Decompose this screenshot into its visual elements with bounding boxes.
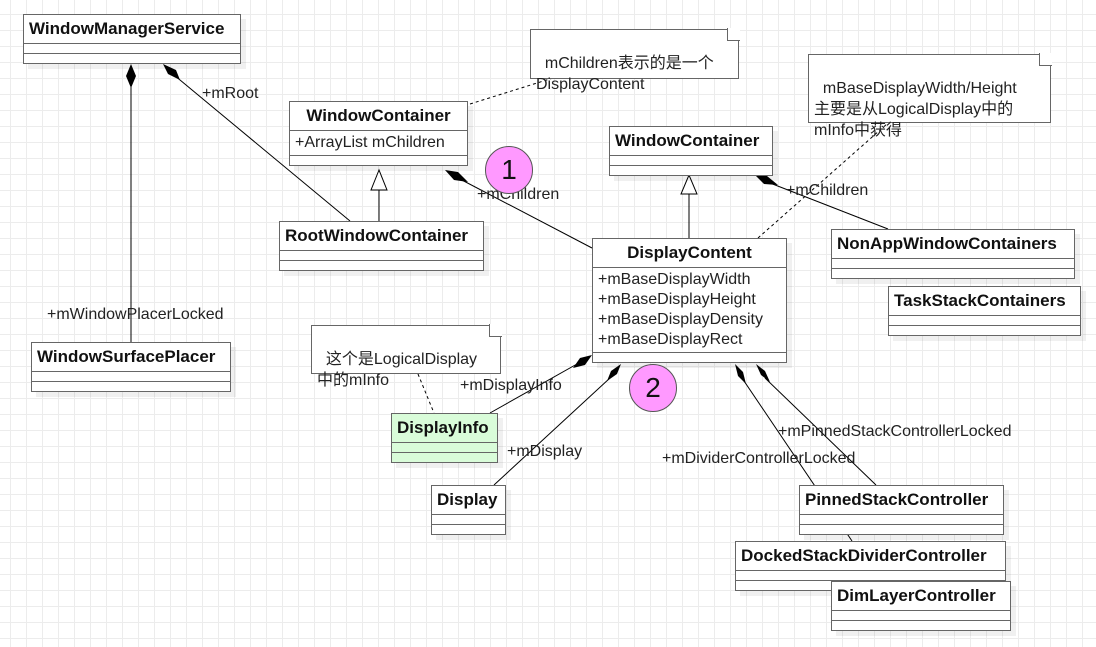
composition-diamond-dc-display [607,364,621,381]
class-attributes [24,44,240,54]
label-mdisplay: +mDisplay [507,443,583,460]
label-mpinnedstackcontrollerlocked: +mPinnedStackControllerLocked [778,423,1012,440]
composition-diamond-wms-wsp [126,64,136,88]
class-methods [832,269,1074,278]
class-name: NonAppWindowContainers [832,230,1074,259]
class-attribute: +mBaseDisplayWidth [598,271,751,288]
class-attributes [736,571,1005,581]
class-pinnedstackcontroller[interactable]: PinnedStackController [799,485,1004,535]
note-fold-icon [727,28,740,41]
composition-diamond-wc2-nawc [755,175,778,185]
note-fold-icon [1039,53,1052,66]
step-marker-2: 2 [629,364,677,412]
class-methods [432,525,505,534]
class-rootwindowcontainer[interactable]: RootWindowContainer [279,221,484,271]
class-name: PinnedStackController [800,486,1003,515]
step-marker-1: 1 [485,146,533,194]
class-attributes [800,515,1003,525]
class-attributes [889,316,1080,326]
label-mroot: +mRoot [202,85,259,102]
class-attributes [32,372,230,382]
class-methods [24,54,240,63]
composition-diamond-wms-rwc [163,64,180,80]
inheritance-arrow-wc2 [680,173,698,195]
class-attributes [432,515,505,525]
class-displaycontent[interactable]: DisplayContent +mBaseDisplayWidth +mBase… [592,238,787,363]
class-name: WindowSurfacePlacer [32,343,230,372]
note-mchildren[interactable]: mChildren表示的是一个 DisplayContent [530,28,740,93]
class-attributes [832,259,1074,269]
class-attribute: +mBaseDisplayRect [598,331,743,348]
class-attribute: +mBaseDisplayHeight [598,291,756,308]
class-windowcontainer-base[interactable]: WindowContainer +ArrayList mChildren [289,101,468,166]
class-attributes [392,443,497,453]
class-attribute: +ArrayList mChildren [290,131,467,156]
class-nonappwindowcontainers[interactable]: NonAppWindowContainers [831,229,1075,279]
composition-diamond-dc-docked [735,364,746,384]
note-fold-icon [489,324,502,337]
class-methods [392,453,497,462]
class-methods [889,326,1080,335]
inheritance-arrow-wc1 [370,168,388,191]
label-mwindowplacerlocked: +mWindowPlacerLocked [47,306,224,323]
note-link-n3 [417,373,435,414]
label-mdividercontrollerlocked: +mDividerControllerLocked [662,450,856,467]
class-attributes [832,611,1010,621]
class-attributes [610,156,772,166]
class-windowmanagerservice[interactable]: WindowManagerService [23,14,241,64]
note-mbasedisplay[interactable]: mBaseDisplayWidth/Height 主要是从LogicalDisp… [808,53,1052,139]
label-mchildren-wc2: +mChildren [786,182,869,199]
class-displayinfo[interactable]: DisplayInfo [391,413,498,463]
composition-diamond-wc1-dc [445,170,468,182]
class-methods [290,156,467,165]
class-name: TaskStackContainers [889,287,1080,316]
class-name: DisplayContent [593,239,786,268]
class-name: DockedStackDividerController [736,542,1005,571]
class-name: Display [432,486,505,515]
class-attributes [280,251,483,261]
class-windowsurfaceplacer[interactable]: WindowSurfacePlacer [31,342,231,392]
class-display[interactable]: Display [431,485,506,535]
note-logicaldisplay-minfo[interactable]: 这个是LogicalDisplay 中的mInfo [311,324,502,389]
class-methods [280,261,483,270]
class-methods [593,353,786,362]
class-name: WindowContainer [610,127,772,156]
class-attribute: +mBaseDisplayDensity [598,311,763,328]
class-attributes: +mBaseDisplayWidth +mBaseDisplayHeight +… [593,268,786,353]
class-methods [610,166,772,175]
class-name: RootWindowContainer [280,222,483,251]
class-windowcontainer-displaycontent-parent[interactable]: WindowContainer [609,126,773,176]
class-name: WindowContainer [290,102,467,131]
class-name: DimLayerController [832,582,1010,611]
class-methods [32,382,230,391]
class-methods [800,525,1003,534]
composition-diamond-dc-displayinfo [573,355,592,368]
label-mdisplayinfo: +mDisplayInfo [460,377,562,394]
class-taskstackcontainers[interactable]: TaskStackContainers [888,286,1081,336]
class-name: WindowManagerService [24,15,240,44]
class-dimlayercontroller[interactable]: DimLayerController [831,581,1011,631]
class-methods [832,621,1010,630]
composition-diamond-dc-pinned [756,364,770,382]
class-name: DisplayInfo [392,414,497,443]
